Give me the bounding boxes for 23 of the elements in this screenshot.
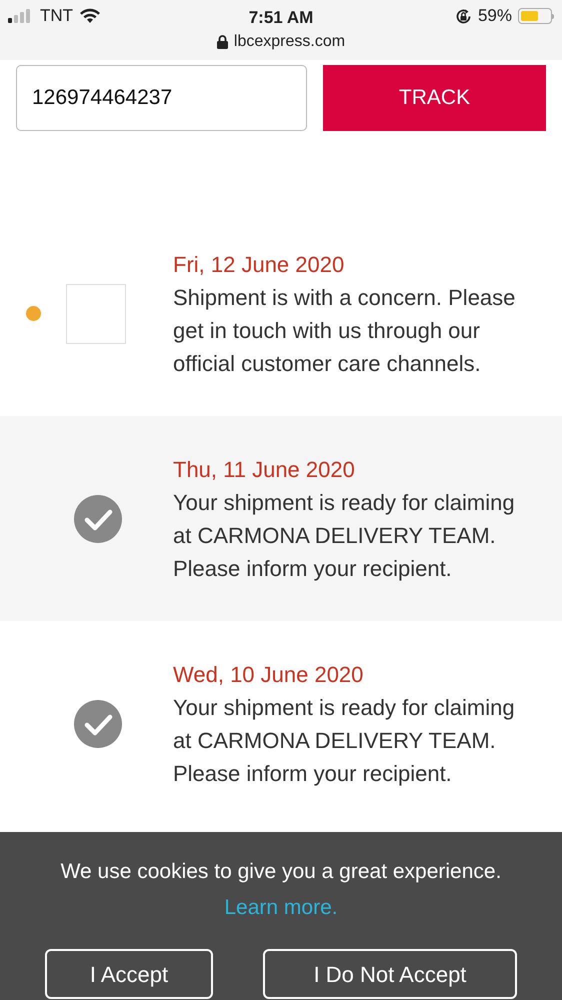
wifi-icon bbox=[79, 8, 102, 24]
cookie-message: We use cookies to give you a great experience. bbox=[60, 859, 502, 885]
rotation-lock-icon bbox=[454, 8, 472, 24]
event-date: Thu, 11 June 2020 bbox=[173, 456, 356, 484]
event-message: Your shipment is ready for claiming at CARMONA DELIVERY TEAM. Please inform your recipient. bbox=[173, 694, 516, 788]
track-button[interactable]: TRACK bbox=[323, 65, 546, 131]
battery-percent: 59% bbox=[478, 5, 512, 28]
accept-button[interactable]: I Accept bbox=[45, 949, 213, 999]
carrier: TNT bbox=[40, 5, 74, 28]
lock-icon bbox=[216, 35, 228, 49]
url[interactable]: lbcexpress.com bbox=[234, 30, 346, 54]
decline-button[interactable]: I Do Not Accept bbox=[263, 949, 517, 999]
event-message: Your shipment is ready for claiming at CARMONA DELIVERY TEAM. Please inform your recipient. bbox=[173, 488, 516, 583]
checkmark-icon bbox=[74, 700, 122, 748]
event-date: Fri, 12 June 2020 bbox=[173, 250, 346, 278]
event-message: Shipment is with a concern. Please get in touch with us through our official customer care channels. bbox=[173, 284, 516, 378]
checkmark-icon bbox=[74, 494, 122, 542]
clock: 7:51 AM bbox=[248, 7, 314, 29]
learn-more-link[interactable]: Learn more. bbox=[224, 892, 338, 923]
event-date: Wed, 10 June 2020 bbox=[173, 660, 364, 688]
placeholder-image bbox=[66, 284, 126, 344]
battery-icon bbox=[518, 8, 554, 24]
tracking-number-field[interactable]: 126974464237 bbox=[16, 65, 307, 131]
